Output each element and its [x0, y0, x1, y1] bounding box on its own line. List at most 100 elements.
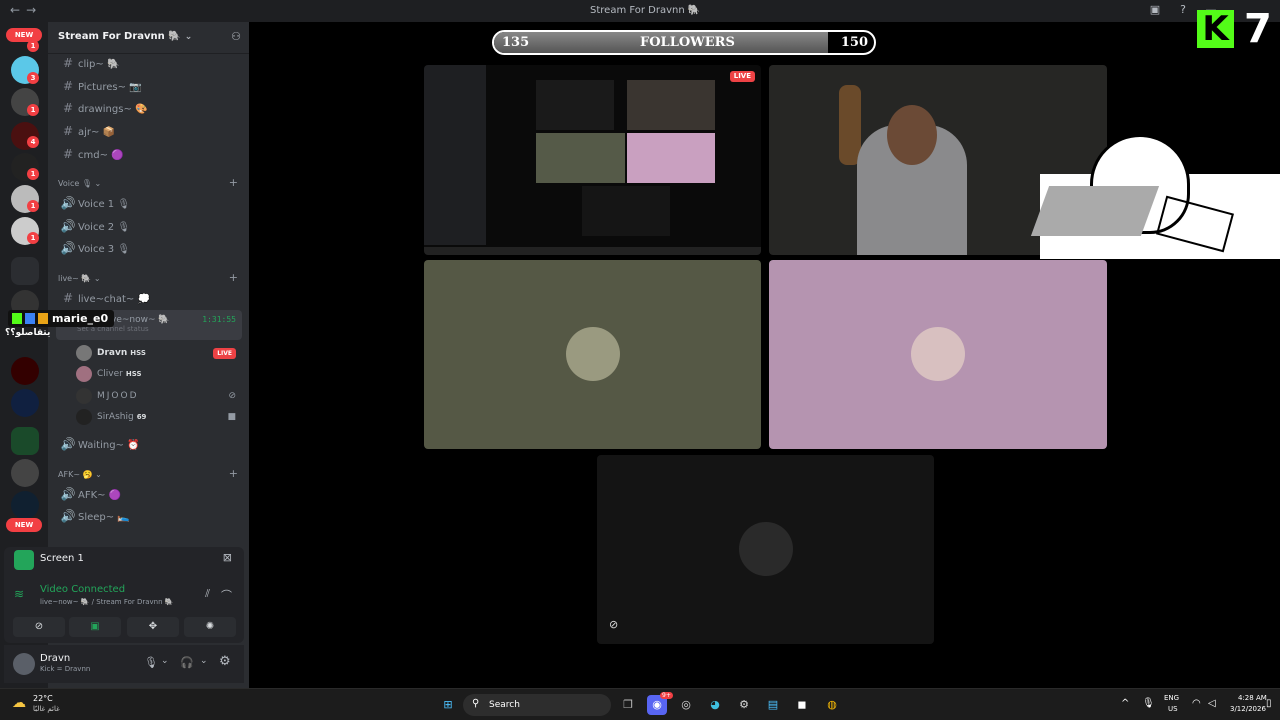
speaker-icon: 🔊 [60, 509, 76, 523]
weather-temp[interactable]: 22°C [33, 694, 53, 703]
disconnect-icon[interactable]: ⌒ [221, 587, 232, 603]
steam-icon[interactable]: ⚙ [734, 695, 754, 715]
participant-tile[interactable]: ⊘ [597, 455, 934, 644]
user-name: Cliver [97, 369, 123, 379]
new-unreads-pill[interactable]: NEW [6, 518, 42, 532]
avatar [566, 327, 620, 381]
server-icon[interactable] [11, 389, 39, 417]
viewer-message: يتقاصلو؟؟ [5, 328, 51, 338]
forward-arrow-icon[interactable]: → [26, 3, 42, 17]
channel-ajr[interactable]: # ajr~ 📦 [56, 121, 242, 141]
voice-user-dravn[interactable]: Dravn HSS LIVE [76, 343, 242, 363]
channel-cmd[interactable]: # cmd~ 🟣 [56, 144, 242, 164]
connection-detail[interactable]: live~now~ 🐘 / Stream For Dravnn 🐘 [40, 598, 174, 606]
avatar[interactable] [13, 653, 35, 675]
server-icon[interactable] [11, 357, 39, 385]
taskbar-search[interactable]: ⚲ Search [463, 694, 611, 716]
help-icon[interactable]: ? [1176, 3, 1190, 17]
language-bottom[interactable]: US [1168, 705, 1178, 713]
weather-desc[interactable]: غائم غالبًا [33, 705, 60, 713]
participant-tile[interactable] [769, 260, 1107, 449]
microphone-icon[interactable]: 🎙 [144, 656, 158, 669]
call-timer: 1:31:55 [202, 315, 236, 324]
voice-channel-1[interactable]: 🔊 Voice 1 🎙 [56, 193, 242, 213]
chrome-icon[interactable]: ◍ [822, 695, 842, 715]
add-member-icon[interactable]: ⚇ [231, 30, 241, 43]
hash-icon: # [62, 291, 74, 305]
user-tag: HSS [125, 370, 142, 378]
guild-header[interactable]: Stream For Dravnn 🐘 ⌄ ⚇ [48, 22, 249, 54]
channel-clip[interactable]: # clip~ 🐘 [56, 53, 242, 73]
nested-tile [536, 80, 614, 130]
microphone-icon[interactable]: 🎙 [1142, 698, 1155, 709]
badge-icon [38, 313, 48, 324]
plus-icon[interactable]: + [229, 177, 238, 189]
new-unreads-pill[interactable]: NEW [6, 28, 42, 42]
mention-badge: 3 [27, 72, 39, 84]
channel-label: Voice 3 🎙 [78, 244, 131, 255]
notification-icon[interactable]: ▯ [1266, 698, 1272, 709]
share-screen-button[interactable]: ▣ [69, 617, 121, 637]
signal-icon[interactable]: ≋ [14, 587, 24, 601]
back-arrow-icon[interactable]: ← [10, 3, 26, 17]
language-top[interactable]: ENG [1164, 694, 1179, 702]
voice-channel-3[interactable]: 🔊 Voice 3 🎙 [56, 238, 242, 258]
screen-share-tile[interactable]: LIVE [424, 65, 761, 255]
chevron-down-icon[interactable]: ⌄ [161, 656, 169, 666]
clock-time[interactable]: 4:28 AM [1238, 694, 1267, 702]
followers-label: FOLLOWERS [640, 35, 735, 50]
app-icon[interactable]: ◼ [792, 695, 812, 715]
inbox-icon[interactable]: ▣ [1148, 3, 1162, 17]
nested-tile [627, 80, 715, 130]
speaker-icon: 🔊 [60, 241, 76, 255]
activities-button[interactable]: ✥ [127, 617, 179, 637]
guild-name: Stream For Dravnn 🐘 [58, 31, 181, 42]
channel-drawings[interactable]: # drawings~ 🎨 [56, 98, 242, 118]
gear-icon[interactable]: ⚙ [219, 654, 231, 669]
app-icon[interactable]: ◎ [676, 695, 696, 715]
channel-label: live~chat~ 💭 [78, 294, 150, 305]
voice-channel-waiting[interactable]: 🔊 Waiting~ ⏰ [56, 434, 242, 454]
windows-start-icon[interactable]: ⊞ [438, 695, 458, 715]
category-voice[interactable]: Voice 🎙 ⌄ + [58, 177, 238, 190]
connection-status[interactable]: Video Connected [40, 584, 125, 595]
video-stage: LIVE ⊘ [249, 22, 1280, 688]
user-panel: Dravn Kick = Dravnn 🎙 ⌄ 🎧 ⌄ ⚙ [4, 645, 244, 683]
voice-channel-sleep[interactable]: 🔊 Sleep~ 🛌 [56, 506, 242, 526]
soundboard-button[interactable]: ✺ [184, 617, 236, 637]
edge-icon[interactable]: ◕ [705, 695, 725, 715]
weather-icon[interactable]: ☁ [12, 695, 26, 711]
category-afk[interactable]: AFK~ 🥱 ⌄ + [58, 468, 238, 481]
wifi-icon[interactable]: ◠ [1192, 698, 1201, 709]
back-forward-arrows[interactable]: ←→ [10, 3, 42, 17]
voice-user-sirashig[interactable]: SirAshig 69 ■ [76, 407, 242, 427]
store-icon[interactable]: ▤ [763, 695, 783, 715]
clock-date[interactable]: 3/12/2026 [1230, 705, 1266, 713]
toggle-camera-button[interactable]: ⊘ [13, 617, 65, 637]
folder-icon[interactable] [11, 257, 39, 285]
category-live[interactable]: live~ 🐘 ⌄ + [58, 272, 238, 285]
noise-suppression-icon[interactable]: ⫽ [205, 587, 210, 601]
plus-icon[interactable]: + [229, 468, 238, 480]
category-label: AFK~ 🥱 [58, 470, 93, 479]
kick-count: 7 [1244, 6, 1272, 52]
volume-icon[interactable]: ◁ [1208, 698, 1216, 709]
server-icon[interactable] [11, 491, 39, 519]
chevron-up-icon[interactable]: ^ [1121, 698, 1129, 709]
participant-tile[interactable] [424, 260, 761, 449]
folder-icon[interactable] [11, 427, 39, 455]
server-icon[interactable] [11, 459, 39, 487]
channel-live-chat[interactable]: # live~chat~ 💭 [56, 288, 242, 308]
voice-user-cliver[interactable]: Cliver HSS [76, 364, 242, 384]
task-view-icon[interactable]: ❐ [618, 695, 638, 715]
channel-pictures[interactable]: # Pictures~ 📷 [56, 76, 242, 96]
voice-channel-afk[interactable]: 🔊 AFK~ 🟣 [56, 484, 242, 504]
plus-icon[interactable]: + [229, 272, 238, 284]
close-screen-icon[interactable]: ⊠ [223, 551, 232, 564]
mention-badge: 1 [27, 104, 39, 116]
headphones-icon[interactable]: 🎧 [180, 656, 194, 669]
voice-user-mjood[interactable]: MJOOD ⊘ [76, 386, 242, 406]
chevron-down-icon: ⌄ [184, 32, 193, 42]
chevron-down-icon[interactable]: ⌄ [200, 656, 208, 666]
voice-channel-2[interactable]: 🔊 Voice 2 🎙 [56, 216, 242, 236]
